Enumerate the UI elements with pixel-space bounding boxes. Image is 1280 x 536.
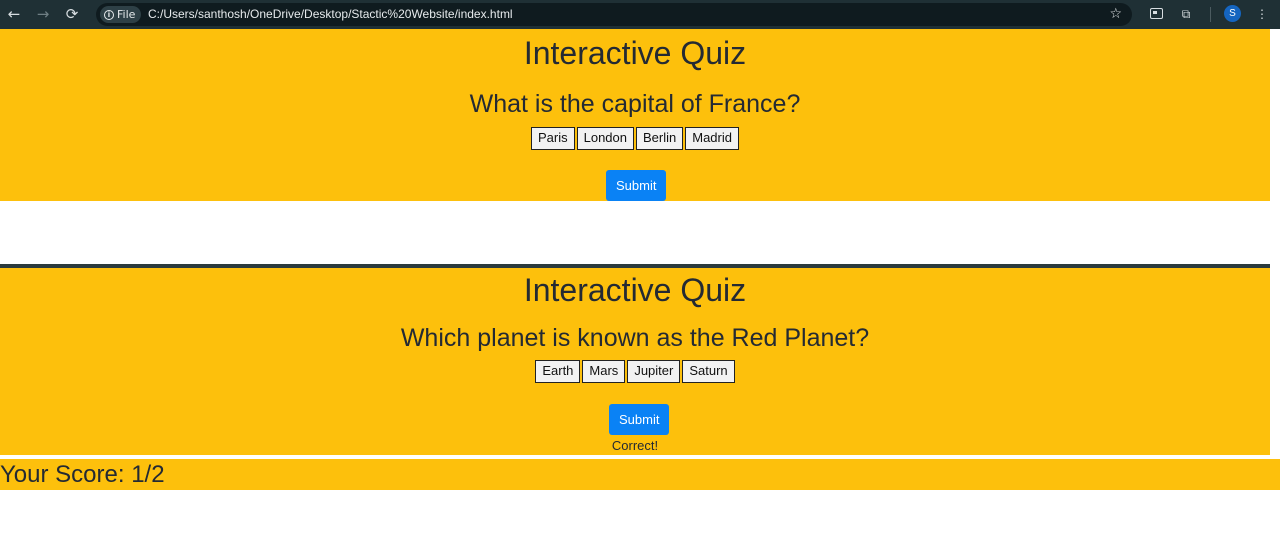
site-info-label: File [117, 8, 136, 21]
options-group: Paris London Berlin Madrid [0, 127, 1270, 150]
quiz-title: Interactive Quiz [523, 272, 747, 308]
toolbar-divider [1210, 7, 1211, 22]
option-button[interactable]: Jupiter [627, 360, 681, 383]
submit-button[interactable]: Submit [609, 404, 670, 435]
score-bar: Your Score: 1/2 [0, 459, 1280, 490]
quiz-container-1: Interactive Quiz What is the capital of … [0, 29, 1270, 201]
url-text[interactable]: C:/Users/santhosh/OneDrive/Desktop/Stact… [148, 3, 513, 26]
address-bar[interactable]: i File C:/Users/santhosh/OneDrive/Deskto… [96, 3, 1132, 26]
browser-toolbar: ← → ⟳ i File C:/Users/santhosh/OneDrive/… [0, 0, 1280, 29]
info-icon: i [104, 9, 114, 20]
option-button[interactable]: London [576, 127, 634, 150]
question-text: Which planet is known as the Red Planet? [400, 324, 870, 352]
quiz-title: Interactive Quiz [523, 35, 747, 71]
back-icon[interactable]: ← [4, 4, 24, 24]
bookmark-star-icon[interactable]: ☆ [1109, 3, 1122, 26]
option-button[interactable]: Madrid [685, 127, 739, 150]
menu-icon[interactable]: ⋮ [1254, 6, 1270, 22]
question-text: What is the capital of France? [469, 90, 801, 118]
forward-icon[interactable]: → [33, 4, 53, 24]
option-button[interactable]: Saturn [682, 360, 735, 383]
reload-icon[interactable]: ⟳ [62, 4, 82, 24]
score-text: Your Score: 1/2 [0, 461, 165, 488]
option-button[interactable]: Earth [535, 360, 581, 383]
extensions-icon[interactable]: ⧉ [1178, 6, 1194, 22]
submit-button[interactable]: Submit [606, 170, 667, 201]
options-group: Earth Mars Jupiter Saturn [0, 360, 1270, 383]
profile-avatar[interactable]: S [1224, 5, 1241, 22]
feedback-text: Correct! [611, 438, 659, 453]
site-info-chip[interactable]: i File [100, 6, 142, 23]
reading-mode-icon[interactable] [1150, 8, 1163, 19]
option-button[interactable]: Mars [582, 360, 626, 383]
option-button[interactable]: Berlin [636, 127, 684, 150]
quiz-container-2: Interactive Quiz Which planet is known a… [0, 268, 1270, 455]
option-button[interactable]: Paris [530, 127, 575, 150]
